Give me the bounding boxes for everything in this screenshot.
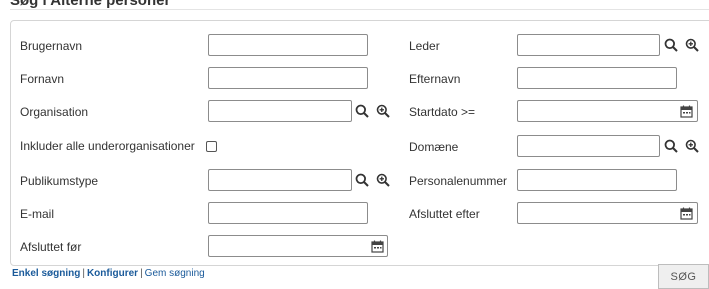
efternavn-label: Efternavn — [409, 72, 461, 86]
search-icon[interactable] — [353, 100, 371, 122]
link-separator: | — [82, 268, 85, 279]
startdato-input[interactable] — [517, 100, 698, 122]
email-label: E-mail — [20, 207, 55, 221]
zoom-in-icon[interactable] — [683, 34, 701, 56]
simple-search-link[interactable]: Enkel søgning — [12, 268, 80, 279]
domaene-input[interactable] — [517, 135, 660, 157]
publikumstype-label: Publikumstype — [20, 174, 99, 188]
inkluder-checkbox[interactable] — [206, 141, 217, 152]
efternavn-input[interactable] — [517, 67, 677, 89]
search-icon[interactable] — [662, 135, 680, 157]
search-icon[interactable] — [662, 34, 680, 56]
calendar-icon[interactable] — [677, 100, 695, 122]
search-button[interactable]: SØG — [658, 264, 709, 289]
personalenummer-label: Personalenummer — [409, 174, 508, 188]
search-icon[interactable] — [353, 169, 371, 191]
leder-input[interactable] — [517, 34, 660, 56]
configure-link[interactable]: Konfigurer — [87, 268, 138, 279]
brugernavn-input[interactable] — [208, 34, 368, 56]
zoom-in-icon[interactable] — [683, 135, 701, 157]
fornavn-input[interactable] — [208, 67, 368, 89]
publikumstype-input[interactable] — [208, 169, 352, 191]
fornavn-label: Fornavn — [20, 72, 65, 86]
brugernavn-label: Brugernavn — [20, 39, 83, 53]
afsluttet-efter-input[interactable] — [517, 202, 698, 224]
leder-label: Leder — [409, 39, 440, 53]
afsluttet-foer-label: Afsluttet før — [20, 240, 82, 254]
zoom-in-icon[interactable] — [374, 100, 392, 122]
title-divider — [10, 9, 709, 10]
footer-links: Enkel søgning | Konfigurer | Gem søgning — [12, 268, 205, 279]
calendar-icon[interactable] — [368, 235, 386, 257]
inkluder-label: Inkluder alle underorganisationer — [20, 139, 195, 153]
personalenummer-input[interactable] — [517, 169, 677, 191]
calendar-icon[interactable] — [677, 202, 695, 224]
link-separator: | — [140, 268, 143, 279]
page-title: Søg i Alterne personer — [10, 0, 171, 9]
organisation-label: Organisation — [20, 105, 89, 119]
startdato-label: Startdato >= — [409, 105, 476, 119]
save-search-link[interactable]: Gem søgning — [145, 268, 205, 279]
afsluttet-efter-label: Afsluttet efter — [409, 207, 480, 221]
organisation-input[interactable] — [208, 100, 352, 122]
email-input[interactable] — [208, 202, 368, 224]
afsluttet-foer-input[interactable] — [208, 235, 388, 257]
domaene-label: Domæne — [409, 140, 459, 154]
zoom-in-icon[interactable] — [374, 169, 392, 191]
